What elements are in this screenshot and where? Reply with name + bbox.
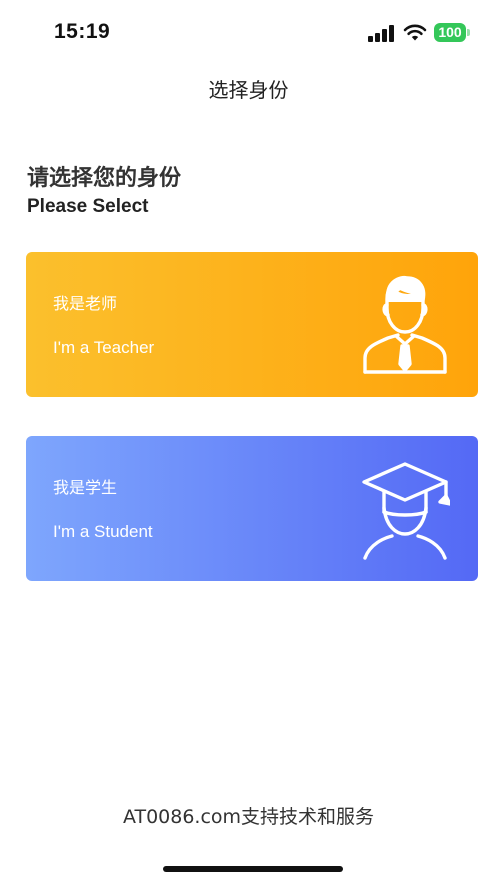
status-time: 15:19 bbox=[54, 20, 111, 43]
wifi-icon bbox=[403, 24, 427, 41]
student-icon bbox=[362, 462, 450, 560]
student-label-cn: 我是学生 bbox=[53, 478, 118, 497]
student-label-en: I'm a Student bbox=[53, 522, 153, 541]
teacher-label-cn: 我是老师 bbox=[53, 294, 118, 313]
battery-icon: 100 bbox=[434, 23, 466, 42]
teacher-label-en: I'm a Teacher bbox=[53, 338, 155, 357]
teacher-icon bbox=[363, 275, 447, 374]
page-subtitle: Please Select bbox=[27, 196, 149, 217]
footer-support-text: AT0086.com支持技术和服务 bbox=[122, 806, 375, 828]
nav-title: 选择身份 bbox=[208, 78, 289, 102]
battery-tip bbox=[467, 29, 470, 36]
page-title: 请选择您的身份 bbox=[27, 166, 182, 191]
home-indicator bbox=[163, 866, 343, 872]
student-card[interactable]: 我是学生 I'm a Student bbox=[26, 436, 478, 581]
status-bar: 15:19 100 bbox=[0, 0, 497, 60]
teacher-card[interactable]: 我是老师 I'm a Teacher bbox=[26, 252, 478, 397]
signal-icon bbox=[368, 24, 394, 42]
